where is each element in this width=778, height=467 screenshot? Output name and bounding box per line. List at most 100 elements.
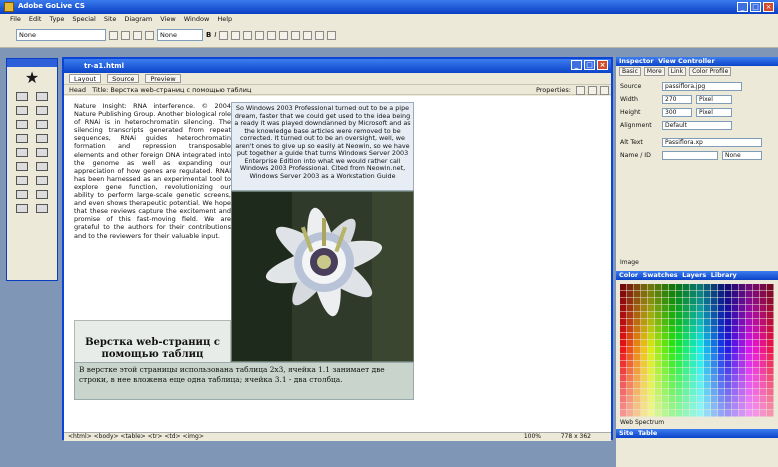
color-swatch[interactable] <box>690 347 697 354</box>
color-swatch[interactable] <box>739 396 746 403</box>
color-swatch[interactable] <box>760 333 767 340</box>
color-swatch[interactable] <box>718 291 725 298</box>
library-tab[interactable]: Library <box>711 271 737 279</box>
color-swatch[interactable] <box>697 298 704 305</box>
color-swatch[interactable] <box>767 333 774 340</box>
inspector-panel-header[interactable]: Inspector View Controller <box>616 57 778 66</box>
table-object-icon[interactable] <box>36 92 48 101</box>
color-swatch[interactable] <box>697 333 704 340</box>
color-swatch[interactable] <box>634 375 641 382</box>
color-swatch[interactable] <box>725 361 732 368</box>
color-swatch[interactable] <box>669 410 676 417</box>
color-swatch[interactable] <box>704 396 711 403</box>
color-swatch[interactable] <box>655 347 662 354</box>
color-swatch[interactable] <box>662 340 669 347</box>
color-swatch[interactable] <box>711 361 718 368</box>
color-swatch[interactable] <box>760 368 767 375</box>
color-swatch[interactable] <box>753 403 760 410</box>
view-controller-tab[interactable]: View Controller <box>658 57 715 65</box>
color-swatch[interactable] <box>627 333 634 340</box>
color-swatch[interactable] <box>739 284 746 291</box>
color-swatch[interactable] <box>641 361 648 368</box>
color-swatch[interactable] <box>718 333 725 340</box>
color-swatch[interactable] <box>669 305 676 312</box>
color-swatch[interactable] <box>746 396 753 403</box>
color-swatch[interactable] <box>683 354 690 361</box>
color-swatch[interactable] <box>711 354 718 361</box>
color-swatch[interactable] <box>676 389 683 396</box>
color-swatch[interactable] <box>683 291 690 298</box>
color-swatch[interactable] <box>697 361 704 368</box>
color-swatch[interactable] <box>648 368 655 375</box>
color-swatch[interactable] <box>753 347 760 354</box>
color-swatch[interactable] <box>767 298 774 305</box>
color-swatch[interactable] <box>711 305 718 312</box>
color-swatch[interactable] <box>739 333 746 340</box>
color-swatch[interactable] <box>690 326 697 333</box>
color-swatch[interactable] <box>718 375 725 382</box>
color-swatch[interactable] <box>725 340 732 347</box>
color-swatch[interactable] <box>718 382 725 389</box>
color-swatch[interactable] <box>683 368 690 375</box>
color-swatch[interactable] <box>669 361 676 368</box>
color-swatch[interactable] <box>739 410 746 417</box>
color-swatch[interactable] <box>718 340 725 347</box>
color-swatch[interactable] <box>690 403 697 410</box>
color-swatch[interactable] <box>760 347 767 354</box>
color-swatch[interactable] <box>732 403 739 410</box>
color-swatch[interactable] <box>753 361 760 368</box>
color-swatch[interactable] <box>746 291 753 298</box>
css-editor-icon[interactable] <box>588 86 597 95</box>
color-swatch[interactable] <box>725 333 732 340</box>
color-swatch[interactable] <box>683 410 690 417</box>
color-swatch[interactable] <box>753 312 760 319</box>
color-swatch[interactable] <box>627 305 634 312</box>
color-swatch[interactable] <box>676 375 683 382</box>
color-swatch[interactable] <box>634 396 641 403</box>
width-field[interactable]: 270 <box>662 95 692 104</box>
color-swatch[interactable] <box>669 382 676 389</box>
color-swatch[interactable] <box>746 410 753 417</box>
color-swatch[interactable] <box>718 389 725 396</box>
color-swatch[interactable] <box>627 284 634 291</box>
color-swatch[interactable] <box>662 347 669 354</box>
color-swatch[interactable] <box>655 326 662 333</box>
subtab-basic[interactable]: Basic <box>619 67 641 76</box>
color-swatch[interactable] <box>767 354 774 361</box>
color-swatch[interactable] <box>634 403 641 410</box>
name-id-field[interactable] <box>662 151 718 160</box>
find-icon[interactable] <box>315 30 325 40</box>
color-swatch[interactable] <box>676 298 683 305</box>
color-swatch[interactable] <box>655 410 662 417</box>
color-swatch[interactable] <box>683 389 690 396</box>
color-swatch[interactable] <box>739 340 746 347</box>
color-swatch[interactable] <box>760 291 767 298</box>
color-swatch[interactable] <box>683 361 690 368</box>
color-swatch[interactable] <box>732 382 739 389</box>
color-swatch[interactable] <box>641 305 648 312</box>
color-swatch[interactable] <box>739 312 746 319</box>
color-swatch[interactable] <box>648 305 655 312</box>
color-swatch[interactable] <box>732 396 739 403</box>
color-swatch[interactable] <box>697 375 704 382</box>
color-swatch[interactable] <box>697 389 704 396</box>
color-swatch[interactable] <box>711 389 718 396</box>
color-swatch[interactable] <box>683 375 690 382</box>
color-swatch[interactable] <box>648 291 655 298</box>
color-swatch[interactable] <box>704 403 711 410</box>
color-swatch[interactable] <box>725 410 732 417</box>
color-swatch[interactable] <box>683 319 690 326</box>
color-swatch[interactable] <box>732 319 739 326</box>
color-swatch[interactable] <box>725 375 732 382</box>
color-swatch[interactable] <box>655 389 662 396</box>
anchor-icon[interactable] <box>36 120 48 129</box>
color-swatch[interactable] <box>648 340 655 347</box>
color-swatch[interactable] <box>648 375 655 382</box>
color-swatch[interactable] <box>648 361 655 368</box>
color-swatch[interactable] <box>760 382 767 389</box>
color-swatch[interactable] <box>676 361 683 368</box>
color-swatch[interactable] <box>704 326 711 333</box>
color-swatch[interactable] <box>760 389 767 396</box>
color-swatch[interactable] <box>690 312 697 319</box>
color-swatch[interactable] <box>760 403 767 410</box>
